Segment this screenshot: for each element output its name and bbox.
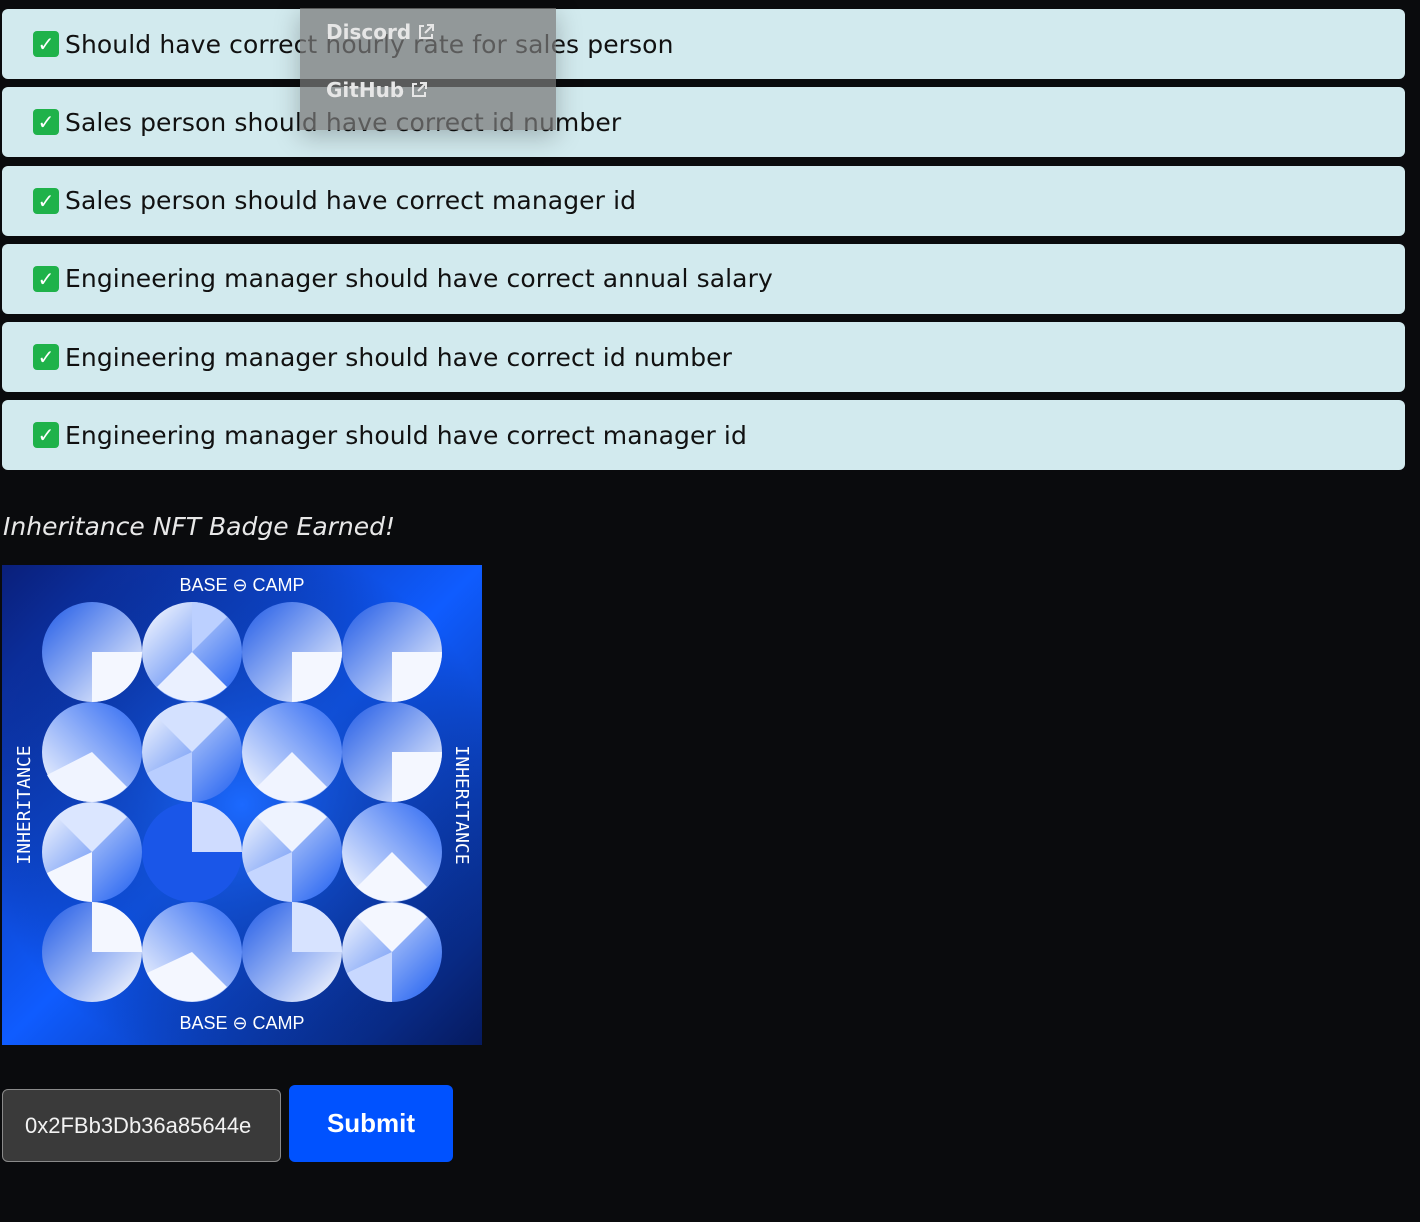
- test-result-item: ✓ Engineering manager should have correc…: [2, 243, 1405, 314]
- test-result-item: ✓ Engineering manager should have correc…: [2, 322, 1405, 393]
- test-result-item: ✓ Sales person should have correct manag…: [2, 165, 1405, 236]
- badge-earned-heading: Inheritance NFT Badge Earned!: [3, 512, 396, 541]
- test-result-label: Sales person should have correct manager…: [65, 186, 637, 216]
- nft-badge-image: BASE ⊖ CAMP BASE ⊖ CAMP INHERITANCE INHE…: [2, 565, 482, 1045]
- discord-link[interactable]: Discord: [326, 20, 435, 44]
- test-result-label: Engineering manager should have correct …: [65, 420, 747, 450]
- test-result-item: ✓ Engineering manager should have correc…: [2, 400, 1405, 471]
- external-link-icon: [419, 24, 435, 39]
- github-link-label: GitHub: [326, 78, 405, 102]
- community-dropdown-menu: Discord GitHub: [300, 8, 556, 130]
- check-icon: ✓: [33, 31, 59, 57]
- nft-right-text: INHERITANCE: [451, 745, 472, 864]
- check-icon: ✓: [33, 422, 59, 449]
- test-results-list: ✓ Should have correct hourly rate for sa…: [2, 9, 1405, 479]
- test-result-label: Engineering manager should have correct …: [65, 264, 773, 294]
- check-icon: ✓: [33, 109, 59, 136]
- test-result-label: Engineering manager should have correct …: [65, 342, 733, 372]
- nft-bottom-text: BASE ⊖ CAMP: [179, 1013, 304, 1033]
- check-icon: ✓: [33, 265, 59, 292]
- check-icon: ✓: [33, 344, 59, 371]
- github-link[interactable]: GitHub: [326, 78, 428, 102]
- nft-left-text: INHERITANCE: [14, 745, 35, 864]
- discord-link-label: Discord: [326, 20, 412, 44]
- submit-button[interactable]: Submit: [289, 1085, 453, 1162]
- nft-top-text: BASE ⊖ CAMP: [179, 575, 304, 595]
- test-result-item: ✓ Should have correct hourly rate for sa…: [2, 9, 1405, 79]
- contract-address-input[interactable]: [2, 1089, 281, 1162]
- external-link-icon: [412, 82, 428, 97]
- test-result-item: ✓ Sales person should have correct id nu…: [2, 87, 1405, 158]
- check-icon: ✓: [33, 187, 59, 214]
